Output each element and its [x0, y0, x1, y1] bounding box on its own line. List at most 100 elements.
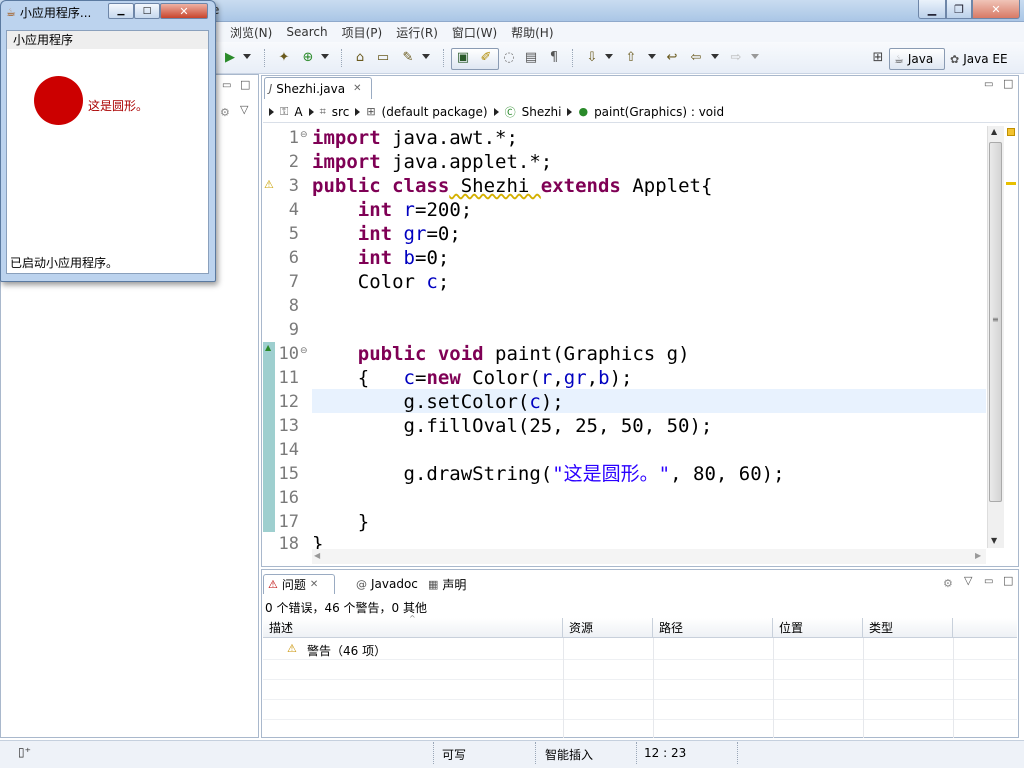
- applet-close-button[interactable]: ✕: [160, 3, 208, 19]
- editor-minimize-icon[interactable]: ▭: [984, 79, 993, 90]
- scroll-up-icon[interactable]: ▲: [991, 127, 997, 136]
- code-line[interactable]: import java.applet.*;: [312, 150, 552, 174]
- tab-problems-label: 问题: [281, 578, 306, 592]
- close-button[interactable]: ✕: [972, 0, 1020, 19]
- applet-minimize-button[interactable]: ▁: [108, 3, 134, 19]
- breadcrumb-package[interactable]: (default package): [382, 105, 488, 119]
- fast-view-icon[interactable]: ▯⁺: [18, 745, 31, 759]
- overview-ruler[interactable]: [1005, 126, 1017, 548]
- overview-warning-icon[interactable]: [1007, 128, 1015, 136]
- problems-summary: 0 个错误，46 个警告，0 其他: [265, 601, 427, 615]
- open-perspective-icon[interactable]: ⊞: [869, 50, 887, 66]
- editor-scroll-thumb[interactable]: ≡: [989, 142, 1002, 502]
- new-class-dropdown-icon[interactable]: [321, 54, 329, 59]
- status-cursor-position: 12 : 23: [644, 746, 687, 760]
- menu-navigate[interactable]: 浏览(N): [230, 24, 272, 41]
- run-dropdown-icon[interactable]: [243, 54, 251, 59]
- code-line[interactable]: public class Shezhi extends Applet{: [312, 174, 712, 198]
- applet-maximize-button[interactable]: □: [134, 3, 160, 19]
- menu-project[interactable]: 项目(P): [342, 24, 383, 41]
- toggle-block-selection-icon[interactable]: ◌: [500, 50, 518, 66]
- view-toolbar-icon[interactable]: ⚙: [943, 577, 953, 590]
- view-minimize-icon[interactable]: ▭: [222, 80, 231, 91]
- column-header-resource[interactable]: 资源: [563, 618, 653, 638]
- applet-menu[interactable]: 小应用程序: [7, 31, 208, 49]
- view-minimize-icon[interactable]: ▭: [984, 576, 993, 587]
- forward-dropdown-icon[interactable]: [751, 54, 759, 59]
- fold-icon[interactable]: ⊖: [300, 130, 308, 140]
- view-menu-icon[interactable]: ▽: [964, 574, 972, 587]
- column-header-path[interactable]: 路径: [653, 618, 773, 638]
- pilcrow-icon[interactable]: ¶: [545, 50, 563, 66]
- show-whitespace-icon[interactable]: ▤: [522, 50, 540, 66]
- warning-icon: ⚠: [287, 642, 297, 655]
- back-dropdown-icon[interactable]: [711, 54, 719, 59]
- last-edit-location-icon[interactable]: ↩: [663, 50, 681, 66]
- toggle-highlight-icon[interactable]: ✐: [477, 50, 495, 66]
- minimize-button[interactable]: ▁: [918, 0, 946, 19]
- perspective-java[interactable]: ☕ Java: [889, 48, 945, 70]
- code-line[interactable]: { c=new Color(r,gr,b);: [312, 366, 633, 390]
- scroll-left-icon[interactable]: ◀: [314, 551, 320, 560]
- toolbar-separator: [443, 49, 444, 67]
- view-maximize-icon[interactable]: □: [240, 78, 250, 91]
- breadcrumb-project[interactable]: A: [294, 105, 302, 119]
- run-icon[interactable]: ▶: [221, 50, 239, 66]
- code-line[interactable]: }: [312, 534, 323, 550]
- code-line[interactable]: import java.awt.*;: [312, 126, 518, 150]
- editor-horizontal-scrollbar[interactable]: [312, 549, 986, 564]
- scroll-down-icon[interactable]: ▼: [991, 536, 997, 545]
- column-header-location[interactable]: 位置: [773, 618, 863, 638]
- code-line[interactable]: int gr=0;: [312, 222, 461, 246]
- status-bar: [0, 740, 1024, 768]
- menu-search[interactable]: Search: [286, 25, 327, 39]
- code-line[interactable]: g.fillOval(25, 25, 50, 50);: [312, 414, 713, 438]
- previous-annotation-icon[interactable]: ⇧: [622, 50, 640, 66]
- forward-icon[interactable]: ⇨: [727, 50, 745, 66]
- next-annotation-icon[interactable]: ⇩: [583, 50, 601, 66]
- menu-help[interactable]: 帮助(H): [511, 24, 553, 41]
- view-maximize-icon[interactable]: □: [1003, 574, 1013, 587]
- back-icon[interactable]: ⇦: [687, 50, 705, 66]
- tab-shezhi-java[interactable]: J Shezhi.java ✕: [264, 77, 372, 99]
- perspective-javaee[interactable]: ✿ Java EE: [946, 48, 1020, 70]
- close-tab-icon[interactable]: ✕: [310, 579, 318, 590]
- view-link-icon[interactable]: ⚙: [220, 106, 230, 119]
- open-folder-icon[interactable]: ▭: [374, 50, 392, 66]
- search-icon[interactable]: ✎: [399, 50, 417, 66]
- code-line[interactable]: }: [312, 510, 369, 534]
- editor-maximize-icon[interactable]: □: [1003, 77, 1013, 90]
- overview-mark[interactable]: [1006, 182, 1016, 185]
- breadcrumb-src[interactable]: src: [332, 105, 350, 119]
- table-row[interactable]: ⚠ 警告（46 项）: [263, 640, 1017, 660]
- menu-run[interactable]: 运行(R): [396, 24, 438, 41]
- code-line[interactable]: int b=0;: [312, 246, 450, 270]
- code-line[interactable]: int r=200;: [312, 198, 472, 222]
- toggle-mark-occurrences-icon[interactable]: ▣: [454, 50, 472, 66]
- previous-annotation-dropdown-icon[interactable]: [648, 54, 656, 59]
- restore-button[interactable]: ❐: [946, 0, 972, 19]
- scroll-right-icon[interactable]: ▶: [975, 551, 981, 560]
- view-menu-icon[interactable]: ▽: [240, 103, 248, 116]
- next-annotation-dropdown-icon[interactable]: [605, 54, 613, 59]
- breadcrumb-method[interactable]: paint(Graphics) : void: [594, 105, 724, 119]
- breadcrumb-class[interactable]: Shezhi: [522, 105, 562, 119]
- fold-icon[interactable]: ⊖: [300, 346, 308, 356]
- code-line[interactable]: g.drawString("这是圆形。", 80, 60);: [312, 462, 785, 486]
- tab-declaration[interactable]: ▦ 声明: [424, 574, 470, 594]
- new-java-package-icon[interactable]: ✦: [275, 50, 293, 66]
- code-line[interactable]: public void paint(Graphics g): [312, 342, 690, 366]
- column-header-type[interactable]: 类型: [863, 618, 953, 638]
- menu-window[interactable]: 窗口(W): [452, 24, 497, 41]
- search-dropdown-icon[interactable]: [422, 54, 430, 59]
- close-tab-icon[interactable]: ✕: [353, 83, 361, 94]
- open-type-icon[interactable]: ⌂: [351, 50, 369, 66]
- tab-javadoc[interactable]: @ Javadoc: [352, 574, 422, 594]
- tab-problems[interactable]: ⚠ 问题 ✕: [263, 574, 335, 594]
- code-line[interactable]: g.setColor(c);: [312, 390, 564, 414]
- grip-icon: ≡: [992, 315, 999, 324]
- tab-javadoc-label: Javadoc: [371, 577, 418, 591]
- new-class-icon[interactable]: ⊕: [299, 50, 317, 66]
- code-line[interactable]: Color c;: [312, 270, 450, 294]
- status-separator: [737, 742, 738, 764]
